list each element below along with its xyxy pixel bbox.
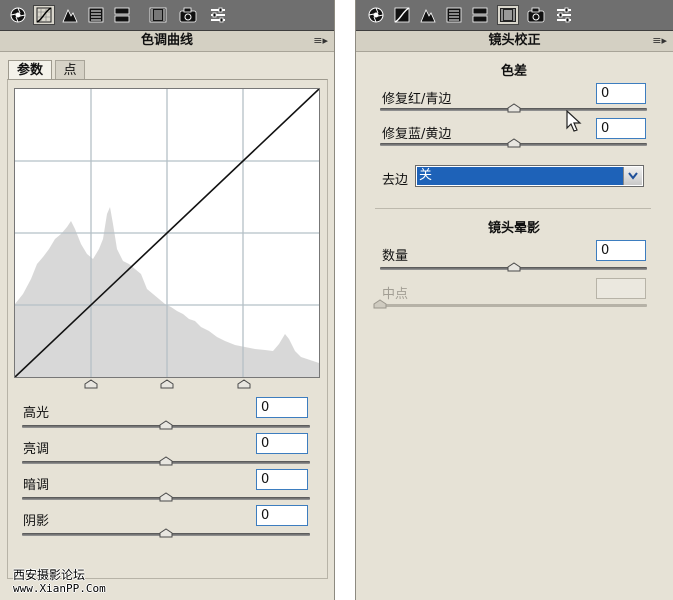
panel-title: 镜头校正 [488,33,541,48]
defringe-label: 去边 [382,173,409,188]
slider-thumb[interactable] [507,261,521,272]
slider-thumb[interactable] [373,298,387,309]
panel-title-bar: 色调曲线 ≡▸ [0,31,334,52]
chromatic-aberration-heading: 色差 [500,64,527,79]
detail-icon[interactable] [417,5,439,25]
camera-icon[interactable] [177,5,199,25]
value-field[interactable]: 0 [256,469,308,490]
detail-icon[interactable] [59,5,81,25]
cursor-arrow-icon [566,110,582,132]
vignette-heading: 镜头晕影 [487,221,540,236]
curve-split-handle[interactable] [160,378,174,389]
tone-curve-graph[interactable] [14,88,320,378]
value-field[interactable]: 0 [596,118,646,139]
tab-point[interactable]: 点 [55,60,85,79]
lens-icon[interactable] [497,5,519,25]
tab-parametric[interactable]: 参数 [8,60,52,79]
value-field[interactable]: 0 [256,433,308,454]
slider-label: 阴影 [23,514,50,529]
hsl-icon[interactable] [443,5,465,25]
presets-icon[interactable] [207,5,229,25]
panel-title: 色调曲线 [140,33,193,48]
slider-label: 高光 [23,406,50,421]
section-divider [375,208,651,209]
panel-menu-icon[interactable]: ≡▸ [652,31,667,51]
split-toning-icon[interactable] [111,5,133,25]
tone-curve-panel: 色调曲线 ≡▸ 参数 点 高光 0 亮调 0 暗调 0 阴影 0 西安摄影论坛 www.Xia… [0,0,335,600]
value-field[interactable]: 0 [596,83,646,104]
curve-icon[interactable] [391,5,413,25]
panel-toolbar [356,0,673,31]
presets-icon[interactable] [553,5,575,25]
chevron-down-icon[interactable] [623,167,642,185]
slider-label: 数量 [382,249,409,264]
slider-label: 亮调 [23,442,50,457]
slider-label: 修复红/青边 [382,92,452,107]
defringe-selected-value: 关 [417,167,624,185]
value-field[interactable]: 0 [596,240,646,261]
slider-thumb[interactable] [159,527,173,538]
split-toning-icon[interactable] [469,5,491,25]
value-field[interactable] [596,278,646,299]
curve-split-handle[interactable] [84,378,98,389]
watermark-url: www.XianPP.Com [13,582,106,595]
panel-toolbar [0,0,334,31]
slider-thumb[interactable] [159,419,173,430]
slider-thumb[interactable] [507,137,521,148]
value-field[interactable]: 0 [256,397,308,418]
slider-label: 暗调 [23,478,50,493]
aperture-icon[interactable] [365,5,387,25]
slider-thumb[interactable] [507,102,521,113]
panel-title-bar: 镜头校正 ≡▸ [356,31,673,52]
defringe-select[interactable]: 关 [415,165,644,187]
hsl-icon[interactable] [85,5,107,25]
lens-icon[interactable] [147,5,169,25]
watermark-text: 西安摄影论坛 [13,568,86,582]
panel-menu-icon[interactable]: ≡▸ [313,31,328,51]
camera-icon[interactable] [525,5,547,25]
slider-thumb[interactable] [159,455,173,466]
aperture-icon[interactable] [7,5,29,25]
slider-label: 修复蓝/黄边 [382,127,452,142]
slider-thumb[interactable] [159,491,173,502]
curve-icon[interactable] [33,5,55,25]
curve-split-handle[interactable] [237,378,251,389]
value-field[interactable]: 0 [256,505,308,526]
slider-track[interactable] [380,304,647,307]
